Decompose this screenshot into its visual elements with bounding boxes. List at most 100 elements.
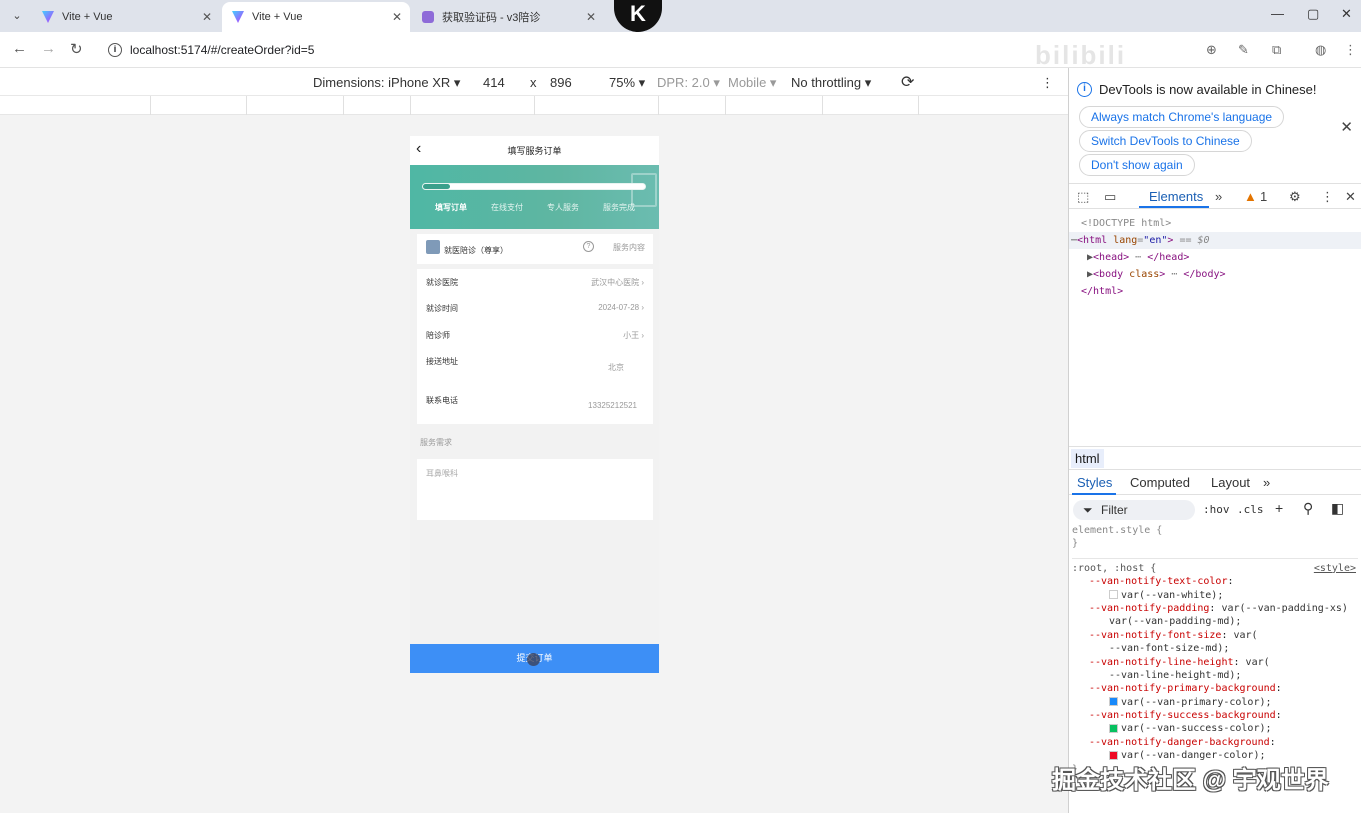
browser-tab-1[interactable]: Vite + Vue ✕ xyxy=(32,2,220,32)
style-declaration[interactable]: var(--van-padding-md); xyxy=(1072,615,1358,628)
breadcrumb-html[interactable]: html xyxy=(1071,449,1104,468)
submit-order-button[interactable]: 提交订单 xyxy=(410,644,659,673)
filter-input[interactable]: ⏷ Filter xyxy=(1073,500,1195,520)
color-swatch[interactable] xyxy=(1109,723,1118,733)
close-notice-icon[interactable]: ✕ xyxy=(1340,118,1353,136)
rotate-icon[interactable]: ⟳ xyxy=(901,72,914,92)
form-value: 小王 › xyxy=(623,331,644,340)
tab-layout[interactable]: Layout xyxy=(1211,475,1250,490)
style-declaration[interactable]: var(--van-success-color); xyxy=(1072,722,1358,735)
width-input[interactable]: 414 xyxy=(483,75,505,90)
device-toolbar: Dimensions: iPhone XR ▾ 414 x 896 75% ▾ … xyxy=(0,68,1068,96)
times-label: x xyxy=(530,75,537,90)
translate-icon[interactable]: ⊕ xyxy=(1206,42,1217,58)
phone-input[interactable]: 13325212521 xyxy=(588,401,637,410)
style-declaration[interactable]: --van-line-height-md); xyxy=(1072,669,1358,682)
class-toggle[interactable]: .cls xyxy=(1237,503,1264,516)
form-value: 2024-07-28 › xyxy=(598,303,644,312)
device-select[interactable]: Dimensions: iPhone XR ▾ xyxy=(313,75,460,91)
more-options-icon[interactable]: ⋮ xyxy=(1041,75,1054,91)
needs-textarea[interactable]: 耳鼻喉科 xyxy=(417,459,653,520)
question-icon[interactable]: ? xyxy=(583,241,594,252)
element-style-rule[interactable]: element.style { xyxy=(1072,524,1358,537)
tab-elements[interactable]: Elements xyxy=(1149,189,1203,204)
property-value: --van-line-height-md); xyxy=(1109,669,1242,681)
close-tab-icon[interactable]: ✕ xyxy=(202,10,212,24)
html-close-node[interactable]: </html> xyxy=(1069,283,1361,300)
puzzle-icon[interactable]: ⧉ xyxy=(1272,42,1281,58)
html-node[interactable]: ⋯<html lang="en"> == $0 xyxy=(1069,232,1361,249)
browser-tab-3[interactable]: 获取验证码 - v3陪诊 ✕ xyxy=(412,2,604,32)
dpr-select[interactable]: DPR: 2.0 ▾ xyxy=(657,75,720,91)
property-value: var(--van-white); xyxy=(1121,589,1224,601)
style-declaration[interactable]: var(--van-white); xyxy=(1072,589,1358,602)
root-rule-selector[interactable]: :root, :host { <style> xyxy=(1072,562,1358,575)
filter-placeholder: Filter xyxy=(1101,503,1128,517)
maximize-icon[interactable]: ▢ xyxy=(1307,6,1319,22)
zoom-select[interactable]: 75% ▾ xyxy=(609,75,645,91)
back-icon[interactable]: ← xyxy=(12,40,27,57)
mobile-select[interactable]: Mobile ▾ xyxy=(728,75,776,91)
style-declaration[interactable]: --van-font-size-md); xyxy=(1072,642,1358,655)
close-tab-icon[interactable]: ✕ xyxy=(586,10,596,24)
close-devtools-icon[interactable]: ✕ xyxy=(1345,189,1356,205)
service-content-link[interactable]: 服务内容 xyxy=(613,242,645,253)
dont-show-button[interactable]: Don't show again xyxy=(1079,154,1195,176)
style-declaration[interactable]: --van-notify-line-height: var( xyxy=(1072,656,1358,669)
tag-text: </body> xyxy=(1183,269,1226,280)
style-declaration[interactable]: --van-notify-font-size: var( xyxy=(1072,629,1358,642)
styles-pane: element.style { } :root, :host { <style>… xyxy=(1072,524,1358,776)
browser-tab-2[interactable]: Vite + Vue ✕ xyxy=(222,2,410,32)
window-close-icon[interactable]: ✕ xyxy=(1341,6,1352,22)
tag-text: <html xyxy=(1077,235,1108,246)
tab-search-icon[interactable]: ⌄ xyxy=(6,6,28,26)
menu-icon[interactable]: ⋮ xyxy=(1344,42,1357,58)
settings-icon[interactable]: ⚙ xyxy=(1289,189,1301,205)
new-rule-icon[interactable]: + xyxy=(1275,500,1283,516)
site-info-icon[interactable]: i xyxy=(108,43,122,57)
body-node[interactable]: ▶<body class> ⋯ </body> xyxy=(1069,266,1361,283)
close-tab-icon[interactable]: ✕ xyxy=(392,10,402,24)
tab-computed[interactable]: Computed xyxy=(1130,475,1190,490)
tab-styles[interactable]: Styles xyxy=(1077,475,1112,490)
style-source-link[interactable]: <style> xyxy=(1314,562,1356,575)
style-declaration[interactable]: --van-notify-padding: var(--van-padding-… xyxy=(1072,602,1358,615)
color-swatch[interactable] xyxy=(1109,750,1118,760)
property-name: --van-notify-line-height xyxy=(1089,656,1234,668)
sidebar-toggle-icon[interactable]: ◧ xyxy=(1331,500,1344,517)
profile-avatar[interactable]: ◍ xyxy=(1315,42,1326,58)
paint-icon[interactable]: ⚲ xyxy=(1303,500,1313,517)
more-subtabs-icon[interactable]: » xyxy=(1263,475,1270,490)
style-declaration[interactable]: --van-notify-text-color: xyxy=(1072,575,1358,588)
match-language-button[interactable]: Always match Chrome's language xyxy=(1079,106,1285,128)
style-declaration[interactable]: var(--van-primary-color); xyxy=(1072,696,1358,709)
more-tabs-icon[interactable]: » xyxy=(1215,189,1222,204)
attr-name: lang xyxy=(1113,235,1138,246)
reload-icon[interactable]: ↻ xyxy=(70,40,83,58)
style-declaration[interactable]: --van-notify-danger-background: xyxy=(1072,736,1358,749)
address-input[interactable]: 北京 xyxy=(608,362,624,373)
service-card: 就医陪诊（尊享） ? 服务内容 xyxy=(417,234,653,264)
device-toggle-icon[interactable]: ▭ xyxy=(1104,189,1116,205)
extension-icon[interactable]: ✎ xyxy=(1238,42,1249,58)
throttling-select[interactable]: No throttling ▾ xyxy=(791,75,871,91)
hover-toggle[interactable]: :hov xyxy=(1203,503,1230,516)
companion-value: 小王 xyxy=(623,331,640,340)
warning-count: 1 xyxy=(1260,189,1268,204)
height-input[interactable]: 896 xyxy=(550,75,572,90)
form-label: 就诊时间 xyxy=(426,304,458,313)
style-declaration[interactable]: --van-notify-primary-background: xyxy=(1072,682,1358,695)
devtools-menu-icon[interactable]: ⋮ xyxy=(1321,189,1334,205)
color-swatch[interactable] xyxy=(1109,590,1118,600)
minimize-icon[interactable]: — xyxy=(1271,6,1284,21)
cursor-indicator xyxy=(527,653,540,666)
doctype-node[interactable]: <!DOCTYPE html> xyxy=(1069,215,1361,232)
service-name: 就医陪诊（尊享） xyxy=(444,246,508,255)
inspect-icon[interactable]: ⬚ xyxy=(1077,189,1089,205)
switch-chinese-button[interactable]: Switch DevTools to Chinese xyxy=(1079,130,1252,152)
forward-icon[interactable]: → xyxy=(41,40,56,57)
style-declaration[interactable]: --van-notify-success-background: xyxy=(1072,709,1358,722)
color-swatch[interactable] xyxy=(1109,697,1118,707)
head-node[interactable]: ▶<head> ⋯ </head> xyxy=(1069,249,1361,266)
warning-icon[interactable]: ▲ xyxy=(1244,189,1257,204)
